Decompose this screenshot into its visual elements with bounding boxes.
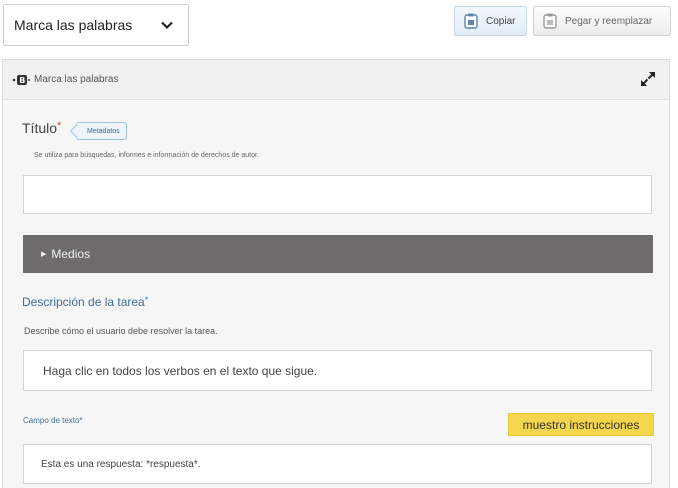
content-type-select-value: Marca las palabras bbox=[14, 17, 133, 33]
title-label-text: Título bbox=[22, 120, 58, 136]
task-description-help: Describe cómo el usuario debe resolver l… bbox=[24, 326, 218, 336]
text-field-label: Campo de texto* bbox=[23, 416, 83, 425]
copy-button[interactable]: Copiar bbox=[454, 6, 527, 36]
task-description-input[interactable]: Haga clic en todos los verbos en el text… bbox=[23, 350, 652, 391]
metadata-button[interactable]: Metadatos bbox=[76, 122, 127, 140]
task-description-label-text: Descripción de la tarea bbox=[22, 295, 145, 309]
task-description-label: Descripción de la tarea* bbox=[22, 295, 148, 309]
required-marker: * bbox=[79, 416, 83, 425]
triangle-right-icon: ▶ bbox=[41, 251, 47, 258]
library-icon: B bbox=[12, 74, 30, 85]
title-help-text: Se utiliza para búsquedas, informes e in… bbox=[34, 152, 259, 159]
required-marker: * bbox=[144, 295, 149, 305]
task-description-value: Haga clic en todos los verbos en el text… bbox=[43, 363, 318, 378]
paste-replace-button[interactable]: Pegar y reemplazar bbox=[533, 6, 671, 36]
metadata-button-label: Metadatos bbox=[87, 127, 120, 135]
content-editor-panel: B Marca las palabras Título* Metadatos S… bbox=[2, 59, 670, 488]
panel-header-title: Marca las palabras bbox=[34, 74, 119, 85]
chevron-down-icon bbox=[161, 21, 173, 30]
show-instructions-label: muestro instrucciones bbox=[522, 417, 640, 432]
copy-button-label: Copiar bbox=[486, 15, 516, 27]
text-field-input[interactable]: Esta es una respuesta: *respuesta*. bbox=[23, 444, 652, 484]
media-section-label: Medios bbox=[51, 247, 91, 261]
content-type-select[interactable]: Marca las palabras bbox=[3, 4, 189, 46]
clipboard-paste-icon bbox=[543, 13, 557, 29]
media-section-toggle[interactable]: ▶ Medios bbox=[23, 235, 653, 273]
required-marker: * bbox=[57, 120, 62, 132]
clipboard-icon bbox=[464, 13, 478, 29]
paste-replace-button-label: Pegar y reemplazar bbox=[565, 15, 653, 27]
title-input[interactable] bbox=[23, 175, 652, 214]
svg-text:B: B bbox=[19, 76, 25, 85]
text-field-value: Esta es una respuesta: *respuesta*. bbox=[41, 458, 201, 470]
expand-icon[interactable] bbox=[639, 70, 657, 88]
text-field-label-text: Campo de texto bbox=[23, 416, 80, 425]
title-label: Título* bbox=[22, 120, 61, 136]
panel-header: B Marca las palabras bbox=[3, 60, 669, 100]
show-instructions-button[interactable]: muestro instrucciones bbox=[508, 413, 654, 436]
